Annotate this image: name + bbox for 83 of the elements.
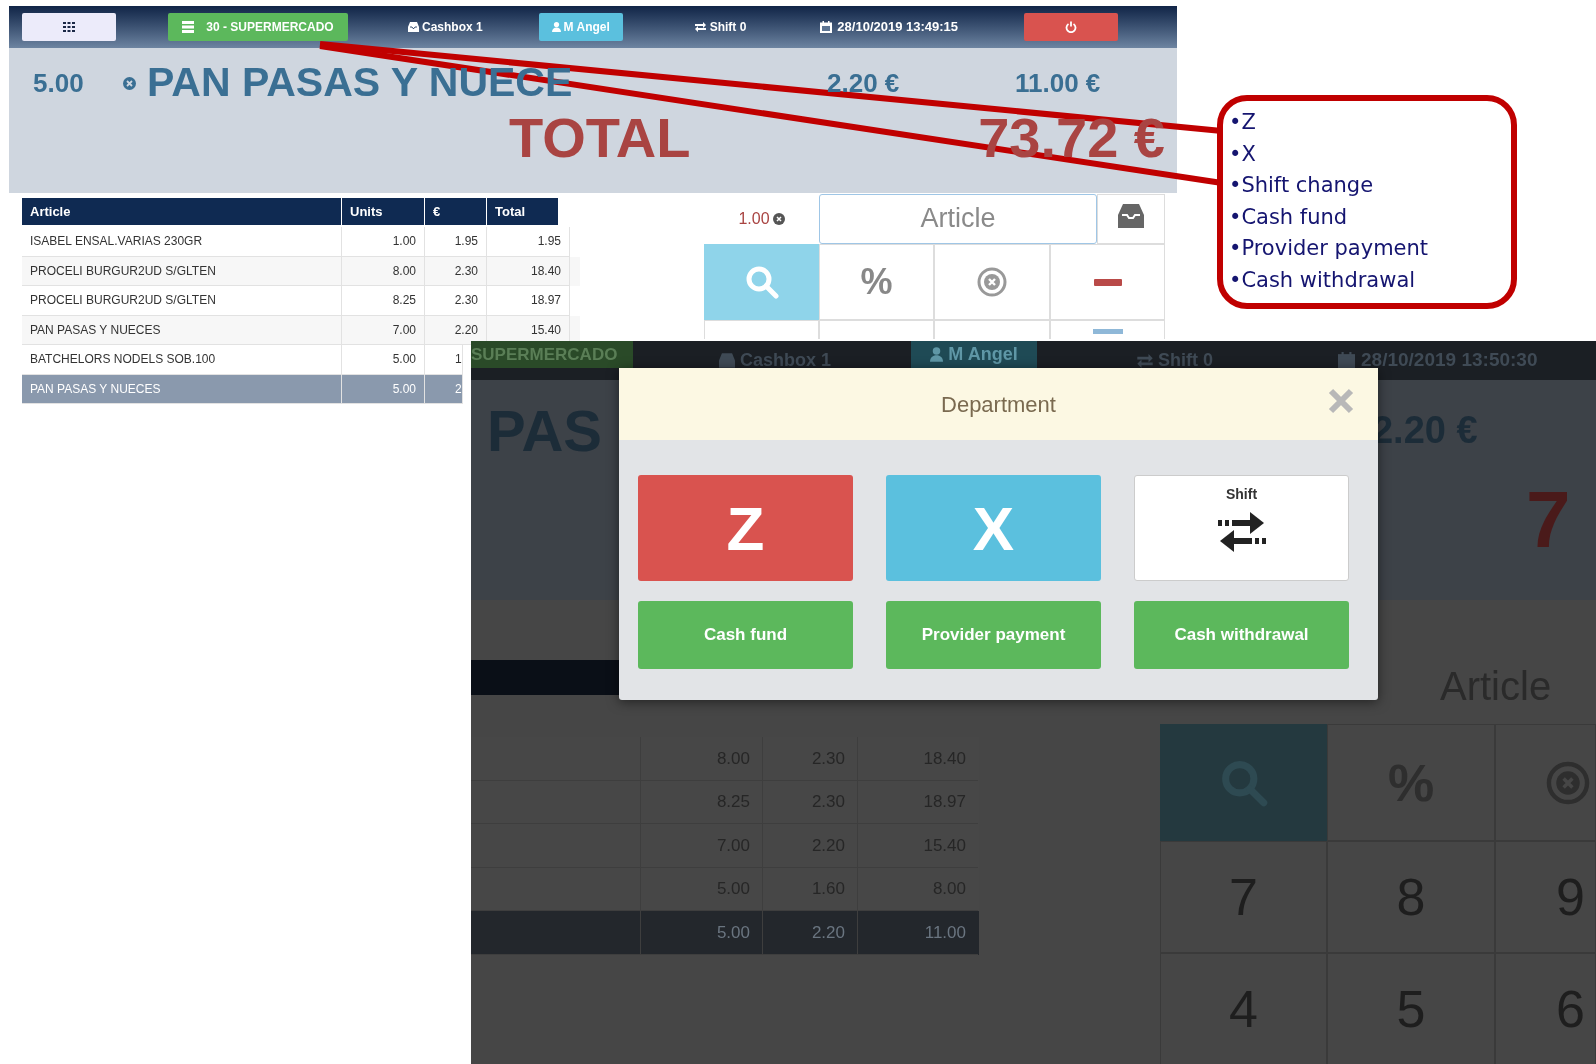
- clear-icon: [772, 212, 785, 225]
- dialog-button[interactable]: Provider payment: [886, 601, 1101, 669]
- callout-item: •Cash fund: [1229, 203, 1349, 231]
- exchange-icon: [1215, 511, 1268, 553]
- callout-item: •Provider payment: [1229, 235, 1430, 262]
- callout-item: •Shift change: [1229, 172, 1375, 199]
- table-cell: 1.95: [487, 227, 570, 257]
- power-button[interactable]: [1024, 13, 1119, 41]
- cancel-button[interactable]: [1495, 724, 1596, 841]
- minus-icon: [1093, 278, 1122, 286]
- search-button[interactable]: [1160, 724, 1327, 841]
- remove-icon: [123, 76, 136, 90]
- item-price: 2.20 €: [827, 66, 901, 100]
- article-field[interactable]: Article: [819, 193, 1097, 244]
- exchange-icon: [1137, 353, 1154, 368]
- quantity-value: 1.00: [738, 208, 770, 229]
- table-cell: 5.00: [342, 345, 425, 375]
- table-cell: 5.00: [640, 911, 762, 955]
- dialog-button[interactable]: Cash withdrawal: [1134, 601, 1349, 669]
- user-icon: [930, 347, 944, 362]
- search-button[interactable]: [704, 244, 819, 320]
- percent-button[interactable]: %: [1327, 724, 1495, 841]
- grid-icon: [63, 22, 75, 32]
- cancel-icon: [977, 267, 1007, 297]
- column-header: €: [425, 198, 487, 225]
- table-cell: 2: [425, 374, 463, 404]
- percent-button[interactable]: %: [819, 244, 934, 320]
- table-row[interactable]: PAN PASAS Y NUECES 7.00 2.20 15.40: [22, 315, 580, 345]
- search-icon: [744, 265, 779, 299]
- exchange-icon: [694, 22, 706, 32]
- minus-button[interactable]: [1050, 244, 1165, 320]
- close-button[interactable]: [1326, 386, 1356, 416]
- apps-button[interactable]: [22, 13, 116, 41]
- close-icon: [1328, 388, 1354, 414]
- table-cell: 1.00: [342, 227, 425, 257]
- table-cell: PROCELI BURGUR2UD S/GLTEN: [22, 286, 342, 316]
- dialog-title: Department: [941, 390, 1056, 419]
- table-row[interactable]: BATCHELORS NODELS SOB.100 5.00 1: [22, 345, 463, 375]
- keypad-key[interactable]: [819, 320, 934, 339]
- dialog-button[interactable]: Z: [638, 475, 853, 581]
- callout-item: •Z: [1229, 109, 1257, 136]
- calendar-icon: [820, 21, 833, 33]
- dialog-button[interactable]: Cash fund: [638, 601, 853, 669]
- user-button[interactable]: M Angel: [538, 13, 623, 41]
- table-row[interactable]: 5.00 2.20 11.00: [471, 911, 979, 955]
- table-cell: 8.25: [342, 286, 425, 316]
- table-cell: 18.97: [487, 286, 570, 316]
- inbox-icon: [1118, 203, 1144, 228]
- dialog-button[interactable]: X: [886, 475, 1101, 581]
- cashbox-label: Cashbox 1: [422, 19, 483, 36]
- table-row[interactable]: PROCELI BURGUR2UD S/GLTEN 8.00 2.30 18.40: [22, 256, 580, 286]
- shift-label: Shift 0: [709, 19, 747, 36]
- dialog-button[interactable]: Shift: [1134, 475, 1349, 581]
- cancel-icon: [1546, 760, 1590, 805]
- server-icon: [182, 21, 195, 33]
- table-cell: BATCHELORS NODELS SOB.100: [22, 345, 342, 375]
- power-icon: [1065, 21, 1078, 33]
- inbox-icon: [408, 22, 419, 32]
- table-cell: 1: [425, 345, 463, 375]
- table-cell: 11.00: [857, 911, 978, 955]
- user-icon: [551, 22, 561, 32]
- callout-item: •X: [1229, 140, 1257, 168]
- total-label: TOTAL: [509, 105, 692, 171]
- item-total: 11.00 €: [1015, 66, 1101, 100]
- table-cell: 2.30: [425, 286, 487, 316]
- column-header: Total: [487, 198, 559, 225]
- units-value: 5.00: [33, 66, 85, 100]
- table-cell: PAN PASAS Y NUECES: [22, 374, 342, 404]
- table-cell: 1.95: [425, 227, 487, 257]
- table-cell: 5.00: [342, 374, 425, 404]
- keypad-key[interactable]: [704, 320, 819, 339]
- date-time: 28/10/2019 13:49:15: [837, 18, 959, 37]
- column-header: Units: [342, 198, 425, 225]
- keypad-key[interactable]: [1050, 320, 1165, 339]
- table-cell: 2.20: [762, 911, 857, 955]
- table-cell: ISABEL ENSAL.VARIAS 230GR: [22, 227, 342, 257]
- callout-item: •Cash withdrawal: [1229, 266, 1417, 294]
- column-header: Article: [22, 198, 342, 225]
- drawer-button[interactable]: [1097, 193, 1165, 244]
- key-accent: [1092, 329, 1123, 334]
- table-row[interactable]: PAN PASAS Y NUECES 5.00 2: [22, 374, 463, 404]
- department-button[interactable]: 30 - SUPERMERCADO: [168, 13, 348, 41]
- user-button[interactable]: M Angel: [911, 341, 1038, 368]
